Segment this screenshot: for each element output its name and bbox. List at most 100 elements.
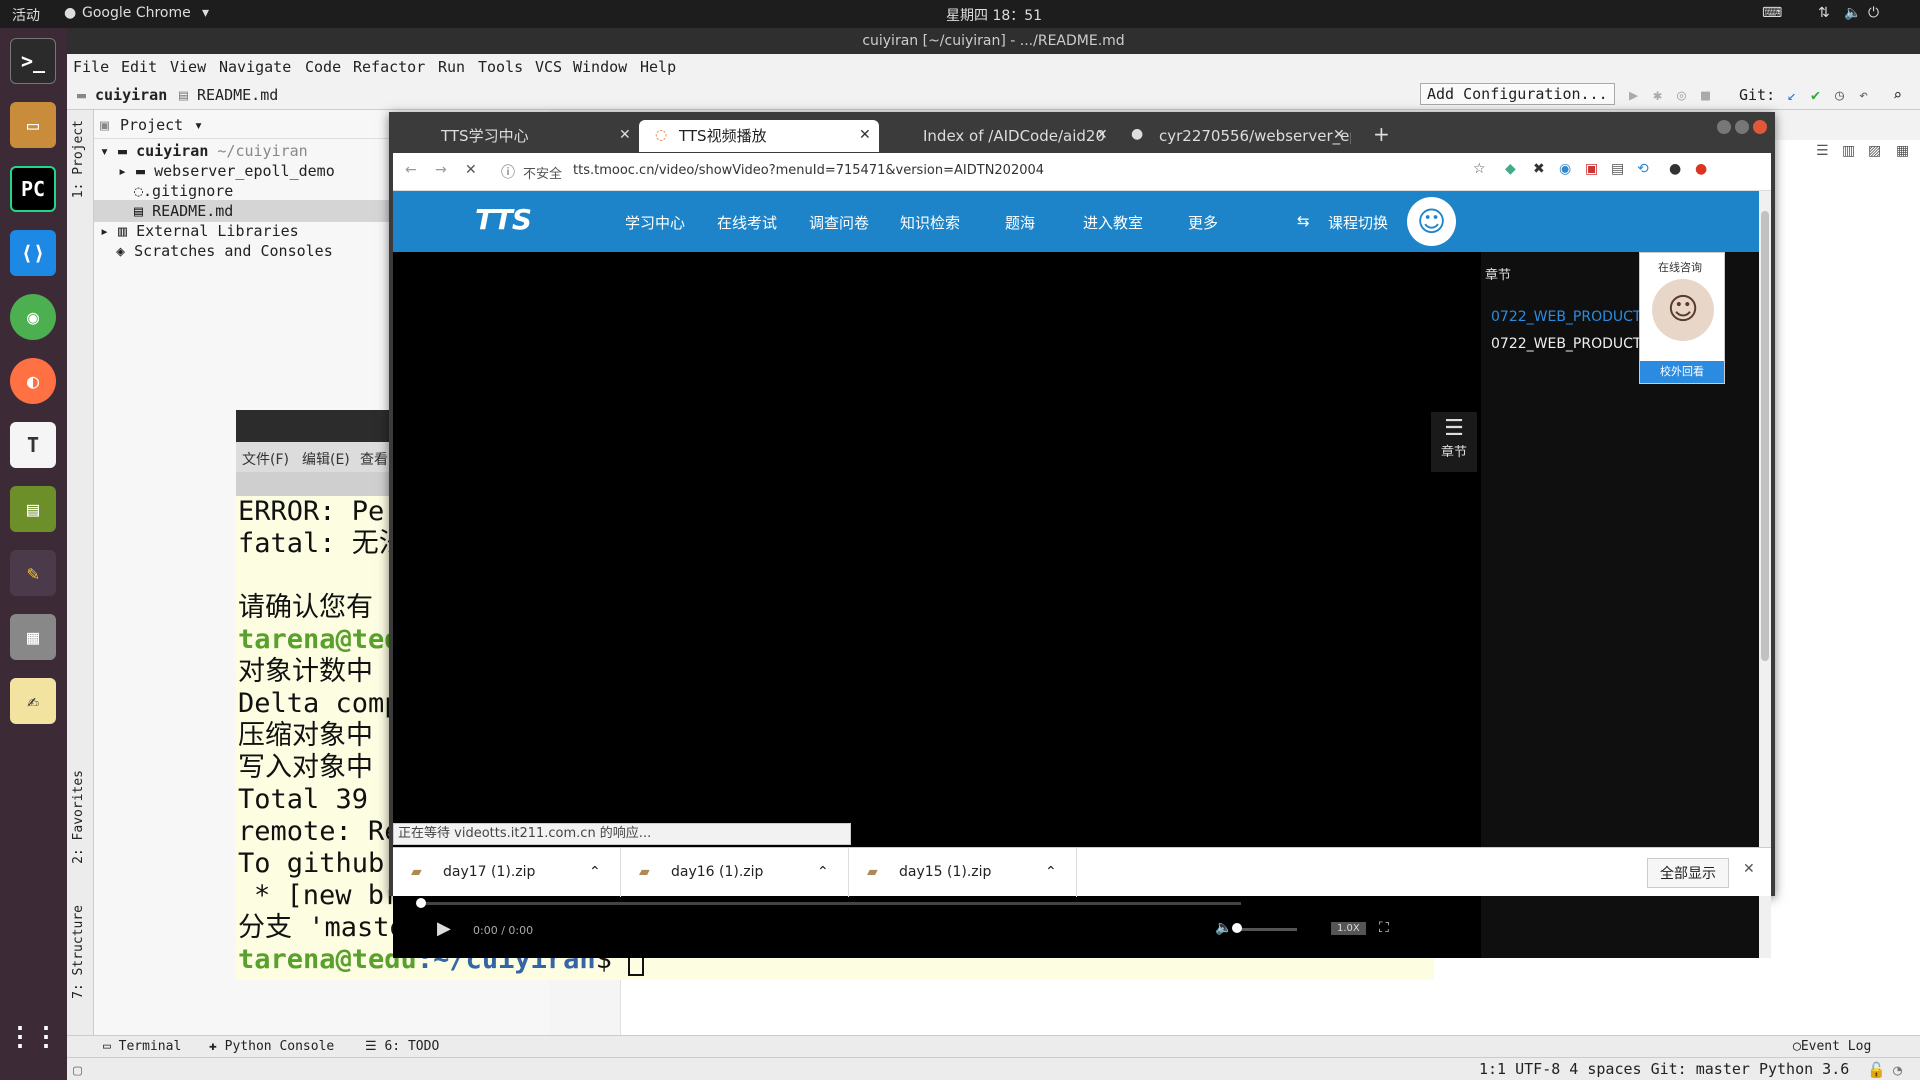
inspector-icon[interactable]: ◔ <box>1893 1061 1902 1079</box>
vscode-launcher-icon[interactable]: ⟨⟩ <box>10 230 56 276</box>
git-commit-icon[interactable]: ✔ <box>1811 86 1820 104</box>
tree-item-external-libraries[interactable]: ▸ ▥ External Libraries <box>100 222 299 240</box>
tab-tts-video[interactable]: TTS视频播放 <box>639 120 879 152</box>
play-icon[interactable]: ▶ <box>437 918 451 939</box>
nav-online-exam[interactable]: 在线考试 <box>717 212 777 233</box>
structure-icon[interactable]: ▦ <box>1896 143 1909 159</box>
terminal-menu-file[interactable]: 文件(F) <box>242 449 289 469</box>
close-window-icon[interactable] <box>1753 120 1767 134</box>
tab-tts-learning[interactable]: TTS学习中心 <box>401 120 637 152</box>
keyboard-icon[interactable]: ⌨ <box>1762 5 1782 21</box>
tab-project[interactable]: 1: Project <box>71 120 86 198</box>
nav-more[interactable]: 更多 <box>1188 212 1218 233</box>
search-icon[interactable]: ⌕ <box>1893 86 1902 104</box>
close-tab-icon[interactable]: ✕ <box>859 127 871 143</box>
chapter-item[interactable]: 0722_WEB_PRODUCTIO <box>1491 336 1657 352</box>
menu-refactor[interactable]: Refactor <box>353 58 425 76</box>
chevron-down-icon[interactable]: ▾ <box>194 116 203 134</box>
debug-icon[interactable]: ✱ <box>1653 86 1662 104</box>
tab-terminal[interactable]: ▭ Terminal <box>103 1039 181 1054</box>
chevron-up-icon[interactable]: ⌃ <box>1045 848 1057 897</box>
progress-track[interactable] <box>421 902 1241 905</box>
preview-icon[interactable]: ▨ <box>1868 143 1881 159</box>
lock-icon[interactable]: 🔓 <box>1867 1061 1886 1079</box>
tree-root[interactable]: ▾ ▬ cuiyiran ~/cuiyiran <box>100 142 308 160</box>
extension-icon[interactable]: ✖ <box>1533 161 1545 177</box>
menu-window[interactable]: Window <box>573 58 627 76</box>
profile-icon[interactable]: ● <box>1669 161 1681 177</box>
close-tab-icon[interactable]: ✕ <box>1333 127 1345 143</box>
download-item[interactable]: ▰ day17 (1).zip ⌃ <box>393 848 621 897</box>
status-info[interactable]: 1:1 UTF-8 4 spaces Git: master Python 3.… <box>1479 1060 1849 1078</box>
menu-help[interactable]: Help <box>640 58 676 76</box>
event-log-button[interactable]: ◯Event Log <box>1793 1039 1871 1054</box>
menu-view[interactable]: View <box>170 58 206 76</box>
show-all-downloads-button[interactable]: 全部显示 <box>1647 858 1729 888</box>
close-tab-icon[interactable]: ✕ <box>619 127 631 143</box>
typora-launcher-icon[interactable]: T <box>10 422 56 468</box>
tab-index-aidcode[interactable]: Index of /AIDCode/aid20 <box>883 120 1115 152</box>
back-icon[interactable]: ← <box>405 162 417 178</box>
book-launcher-icon[interactable]: ▤ <box>10 486 56 532</box>
nav-survey[interactable]: 调查问卷 <box>809 212 869 233</box>
git-update-icon[interactable]: ↙ <box>1787 86 1796 104</box>
new-tab-icon[interactable]: + <box>1373 122 1390 146</box>
forward-icon[interactable]: → <box>435 162 447 178</box>
tree-item-gitignore[interactable]: ◌.gitignore <box>134 182 233 200</box>
menu-code[interactable]: Code <box>305 58 341 76</box>
stop-icon[interactable]: ■ <box>1701 86 1710 104</box>
maximize-icon[interactable] <box>1735 120 1749 134</box>
paint-launcher-icon[interactable]: ✎ <box>10 550 56 596</box>
bookmark-star-icon[interactable]: ☆ <box>1473 161 1486 177</box>
download-item[interactable]: ▰ day15 (1).zip ⌃ <box>849 848 1077 897</box>
terminal-menu-view[interactable]: 查看 <box>360 449 388 469</box>
download-item[interactable]: ▰ day16 (1).zip ⌃ <box>621 848 849 897</box>
breadcrumb-file[interactable]: README.md <box>197 86 278 104</box>
layout-split-icon[interactable]: ▥ <box>1842 143 1855 159</box>
scrollbar-thumb[interactable] <box>1761 211 1769 661</box>
activities-button[interactable]: 活动 <box>12 5 40 25</box>
chapter-item-active[interactable]: 0722_WEB_PRODUCTIO <box>1491 309 1657 325</box>
project-header[interactable]: Project <box>120 116 183 134</box>
speed-button[interactable]: 1.0X <box>1331 922 1366 935</box>
add-configuration-button[interactable]: Add Configuration... <box>1420 83 1615 105</box>
nav-switch-course[interactable]: 课程切换 <box>1328 212 1388 233</box>
network-icon[interactable]: ⇅ <box>1818 5 1830 21</box>
close-tab-icon[interactable]: ✕ <box>1096 127 1108 143</box>
history-icon[interactable]: ◷ <box>1835 86 1844 104</box>
update-icon[interactable]: ● <box>1695 161 1707 177</box>
breadcrumb-root[interactable]: cuiyiran <box>95 86 167 104</box>
layout-icon[interactable]: ☰ <box>1816 143 1829 159</box>
user-avatar-icon[interactable]: ☺ <box>1407 197 1456 246</box>
tab-favorites[interactable]: 2: Favorites <box>71 770 86 864</box>
firefox-launcher-icon[interactable]: ◐ <box>10 358 56 404</box>
toggle-panels-icon[interactable]: ▢ <box>73 1061 82 1079</box>
chevron-up-icon[interactable]: ⌃ <box>817 848 829 897</box>
progress-handle[interactable] <box>416 898 426 908</box>
extension-icon[interactable]: ⟲ <box>1637 161 1649 177</box>
close-download-bar-icon[interactable]: ✕ <box>1743 861 1755 877</box>
terminal-menu-edit[interactable]: 编辑(E) <box>302 449 350 469</box>
pycharm-launcher-icon[interactable]: PC <box>10 166 56 212</box>
run-icon[interactable]: ▶ <box>1629 86 1638 104</box>
info-icon[interactable]: ⓘ <box>501 162 515 182</box>
tree-item-folder[interactable]: ▸ ▬ webserver_epoll_demo <box>118 162 335 180</box>
nav-learning-center[interactable]: 学习中心 <box>625 212 685 233</box>
volume-track[interactable] <box>1237 928 1297 931</box>
power-icon[interactable]: ⏻ <box>1868 5 1879 21</box>
menu-file[interactable]: File <box>73 58 109 76</box>
extension-icon[interactable]: ▣ <box>1585 161 1598 177</box>
volume-handle[interactable] <box>1232 923 1242 933</box>
revert-icon[interactable]: ↶ <box>1859 86 1868 104</box>
chevron-up-icon[interactable]: ⌃ <box>589 848 601 897</box>
nav-knowledge-search[interactable]: 知识检索 <box>900 212 960 233</box>
nav-enter-classroom[interactable]: 进入教室 <box>1083 212 1143 233</box>
nav-question-bank[interactable]: 题海 <box>1005 212 1035 233</box>
extension-icon[interactable]: ◉ <box>1559 161 1571 177</box>
menu-tools[interactable]: Tools <box>478 58 523 76</box>
scanner-launcher-icon[interactable]: ▦ <box>10 614 56 660</box>
coverage-icon[interactable]: ◎ <box>1677 86 1686 104</box>
tts-logo[interactable]: TTS <box>475 203 532 236</box>
extension-icon[interactable]: ▤ <box>1611 161 1624 177</box>
stop-loading-icon[interactable]: ✕ <box>465 162 477 178</box>
